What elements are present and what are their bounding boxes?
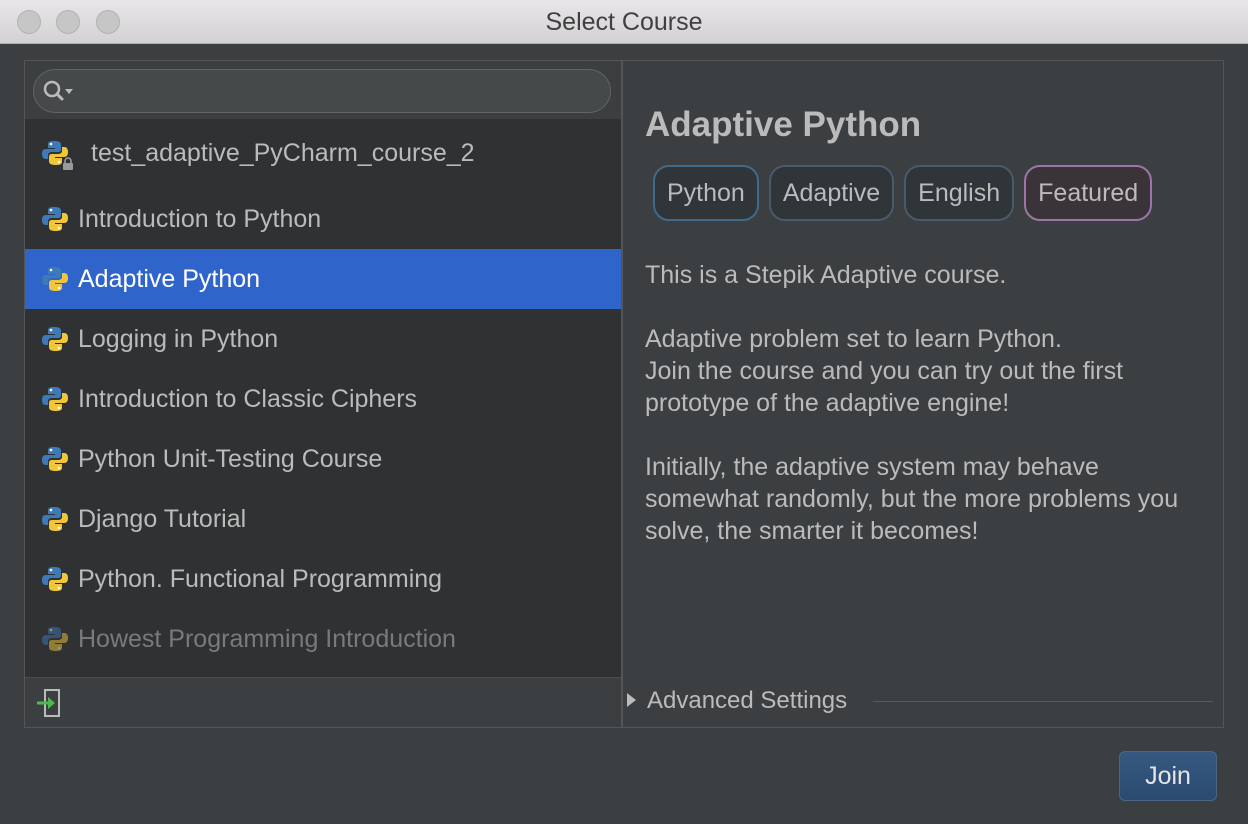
python-icon	[42, 567, 68, 591]
course-title: Adaptive Python	[645, 105, 922, 144]
course-list[interactable]: test_adaptive_PyCharm_course_2 Introducti…	[25, 119, 621, 677]
course-description: This is a Stepik Adaptive course. Adapti…	[645, 259, 1210, 579]
course-label: Logging in Python	[78, 324, 279, 353]
tag-python[interactable]: Python	[653, 165, 759, 221]
course-label: Django Tutorial	[78, 504, 247, 533]
lock-icon	[63, 157, 73, 170]
course-tags: Python Adaptive English Featured	[653, 165, 1153, 221]
course-list-item[interactable]: Python. Functional Programming	[25, 549, 621, 609]
tag-english[interactable]: English	[904, 165, 1015, 221]
course-list-item[interactable]: Howest Programming Introduction	[25, 609, 621, 669]
course-list-item[interactable]: test_adaptive_PyCharm_course_2	[25, 123, 621, 183]
window-titlebar: Select Course	[0, 0, 1248, 44]
tag-featured[interactable]: Featured	[1024, 165, 1153, 221]
description-paragraph: Initially, the adaptive system may behav…	[645, 453, 1179, 545]
python-icon	[42, 627, 68, 651]
course-label: Introduction to Classic Ciphers	[78, 384, 418, 413]
python-icon	[42, 207, 68, 231]
join-button[interactable]: Join	[1119, 751, 1217, 801]
course-label: Introduction to Python	[78, 204, 322, 233]
course-label: Python Unit-Testing Course	[78, 444, 383, 473]
window-title: Select Course	[545, 8, 703, 36]
python-icon	[42, 327, 68, 351]
course-list-item[interactable]: Introduction to Python	[25, 189, 621, 249]
course-list-item[interactable]: Django Tutorial	[25, 489, 621, 549]
course-list-item[interactable]: Python Unit-Testing Course	[25, 429, 621, 489]
course-panel: test_adaptive_PyCharm_course_2 Introducti…	[24, 60, 1224, 728]
course-list-item[interactable]: Introduction to Classic Ciphers	[25, 369, 621, 429]
advanced-settings-toggle[interactable]: Advanced Settings	[623, 683, 1213, 719]
course-label: test_adaptive_PyCharm_course_2	[91, 138, 475, 167]
course-label: Adaptive Python	[78, 264, 261, 293]
description-paragraph: This is a Stepik Adaptive course.	[645, 261, 1007, 289]
list-footer	[25, 677, 621, 727]
python-icon	[42, 267, 68, 291]
python-icon	[42, 447, 68, 471]
import-course-icon[interactable]	[35, 688, 63, 718]
course-list-item[interactable]: Logging in Python	[25, 309, 621, 369]
course-details-pane: Adaptive Python Python Adaptive English …	[623, 61, 1223, 727]
python-icon	[42, 507, 68, 531]
python-icon	[42, 387, 68, 411]
course-list-pane: test_adaptive_PyCharm_course_2 Introducti…	[25, 61, 621, 727]
separator-line	[873, 701, 1213, 702]
course-label: Python. Functional Programming	[78, 564, 443, 593]
search-field[interactable]	[33, 69, 611, 113]
description-paragraph: Adaptive problem set to learn Python. Jo…	[645, 325, 1124, 417]
course-list-item[interactable]: Adaptive Python	[25, 249, 621, 309]
search-icon[interactable]	[42, 78, 76, 104]
tag-adaptive[interactable]: Adaptive	[768, 165, 895, 221]
advanced-settings-label[interactable]: Advanced Settings	[647, 687, 847, 715]
disclosure-triangle-icon[interactable]	[627, 693, 636, 707]
course-label: Howest Programming Introduction	[78, 624, 456, 653]
